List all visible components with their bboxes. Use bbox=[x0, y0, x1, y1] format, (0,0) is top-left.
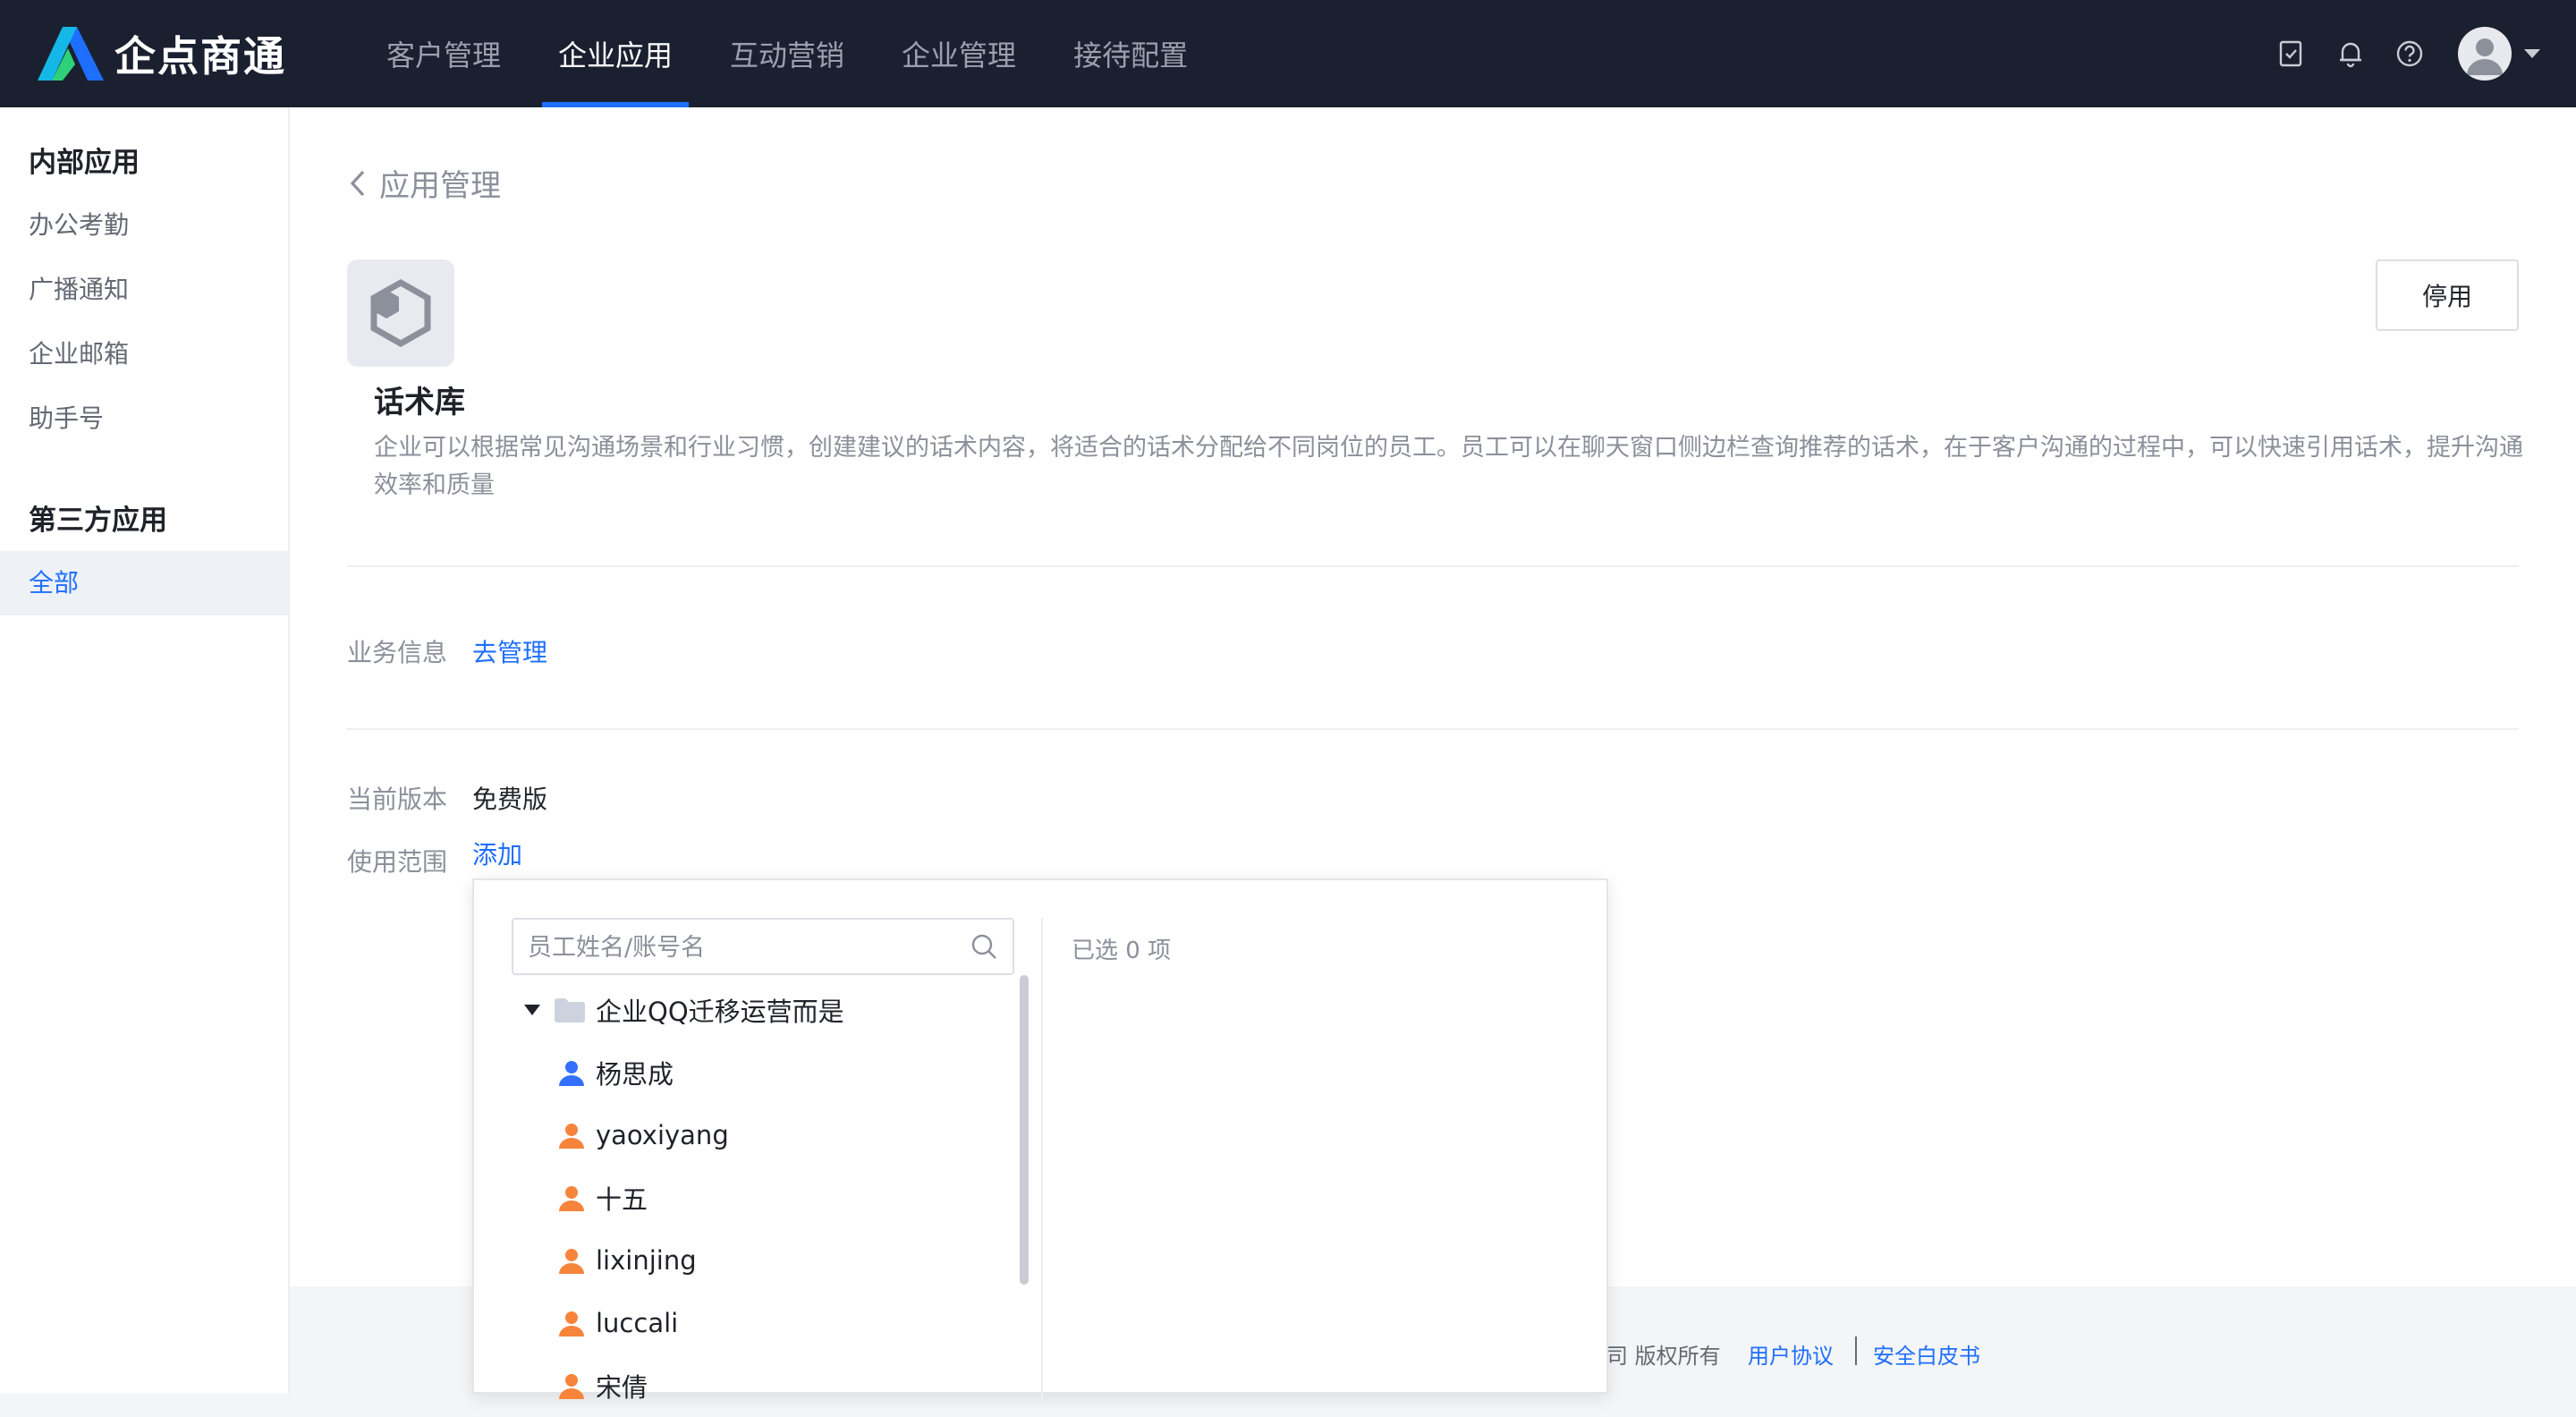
checklist-icon[interactable] bbox=[2275, 38, 2308, 70]
brand-logo[interactable]: 企点商通 bbox=[36, 25, 286, 82]
scrollbar-thumb[interactable] bbox=[1020, 975, 1029, 1285]
sidebar-item-mail[interactable]: 企业邮箱 bbox=[0, 322, 288, 386]
version-value: 免费版 bbox=[472, 785, 548, 814]
member-name: luccali bbox=[596, 1308, 679, 1338]
chevron-down-icon[interactable] bbox=[2524, 49, 2540, 58]
person-icon bbox=[559, 1249, 584, 1274]
list-item[interactable]: 宋倩 bbox=[558, 1354, 648, 1417]
person-icon bbox=[559, 1311, 584, 1336]
nav-customer-management[interactable]: 客户管理 bbox=[358, 0, 530, 107]
list-item[interactable]: 杨思成 bbox=[558, 1041, 674, 1104]
person-icon bbox=[559, 1186, 584, 1211]
app-name: 话术库 bbox=[374, 385, 465, 420]
search-icon[interactable] bbox=[970, 932, 998, 961]
member-name: lixinjing bbox=[596, 1245, 697, 1276]
sidebar: 内部应用 办公考勤 广播通知 企业邮箱 助手号 第三方应用 全部 bbox=[0, 107, 290, 1394]
divider bbox=[347, 728, 2519, 730]
user-avatar[interactable] bbox=[2458, 27, 2512, 81]
folder-icon bbox=[555, 998, 585, 1022]
app-icon bbox=[347, 259, 454, 367]
person-icon bbox=[559, 1061, 584, 1086]
footer-separator bbox=[1855, 1336, 1857, 1365]
member-name: 宋倩 bbox=[596, 1372, 648, 1403]
top-navigation-bar: 企点商通 客户管理 企业应用 互动营销 企业管理 接待配置 bbox=[0, 0, 2576, 107]
help-icon[interactable] bbox=[2394, 38, 2426, 70]
header-actions bbox=[2249, 0, 2540, 107]
nav-reception-config[interactable]: 接待配置 bbox=[1045, 0, 1216, 107]
bell-icon[interactable] bbox=[2334, 38, 2367, 70]
sidebar-item-all[interactable]: 全部 bbox=[0, 551, 288, 615]
nav-enterprise-management[interactable]: 企业管理 bbox=[873, 0, 1045, 107]
list-item[interactable]: luccali bbox=[558, 1292, 678, 1354]
copyright-text: 司 版权所有 bbox=[1606, 1344, 1721, 1369]
tree-group[interactable]: 企业QQ迁移运营而是 bbox=[524, 979, 844, 1041]
member-name: yaoxiyang bbox=[596, 1120, 729, 1150]
main-nav: 客户管理 企业应用 互动营销 企业管理 接待配置 bbox=[358, 0, 1216, 107]
list-item[interactable]: 十五 bbox=[558, 1167, 648, 1229]
nav-enterprise-apps[interactable]: 企业应用 bbox=[530, 0, 701, 107]
business-info-label: 业务信息 bbox=[347, 638, 448, 667]
back-link-label: 应用管理 bbox=[379, 168, 501, 204]
list-item[interactable]: lixinjing bbox=[558, 1229, 697, 1292]
manage-link[interactable]: 去管理 bbox=[472, 633, 547, 669]
nav-interactive-marketing[interactable]: 互动营销 bbox=[701, 0, 873, 107]
member-search bbox=[512, 918, 1014, 975]
sidebar-section-internal-apps: 内部应用 bbox=[29, 147, 140, 179]
scope-label: 使用范围 bbox=[347, 847, 448, 877]
list-item[interactable]: yaoxiyang bbox=[558, 1104, 729, 1167]
selected-count: 已选 0 项 bbox=[1072, 938, 1172, 964]
disable-app-button[interactable]: 停用 bbox=[2376, 259, 2519, 331]
popup-divider bbox=[1041, 918, 1043, 1401]
back-link[interactable]: 应用管理 bbox=[349, 161, 501, 205]
user-agreement-link[interactable]: 用户协议 bbox=[1748, 1338, 1834, 1370]
member-name: 杨思成 bbox=[596, 1059, 674, 1090]
sidebar-item-assistant[interactable]: 助手号 bbox=[0, 386, 288, 451]
sidebar-item-broadcast[interactable]: 广播通知 bbox=[0, 258, 288, 322]
brand-name: 企点商通 bbox=[114, 32, 286, 81]
brand-logo-icon bbox=[38, 27, 104, 81]
add-scope-link[interactable]: 添加 bbox=[472, 836, 522, 871]
person-icon bbox=[559, 1374, 584, 1399]
divider bbox=[347, 565, 2519, 567]
sidebar-section-third-party: 第三方应用 bbox=[29, 505, 167, 537]
chevron-left-icon bbox=[350, 170, 365, 196]
tree-group-name: 企业QQ迁移运营而是 bbox=[596, 997, 844, 1027]
member-name: 十五 bbox=[596, 1184, 648, 1215]
hexagon-icon bbox=[370, 278, 431, 348]
member-search-input[interactable] bbox=[513, 920, 977, 975]
security-whitepaper-link[interactable]: 安全白皮书 bbox=[1873, 1338, 1980, 1370]
caret-down-icon[interactable] bbox=[524, 1005, 540, 1015]
member-picker-popup: 企业QQ迁移运营而是 杨思成 yaoxiyang 十五 lixinjing lu… bbox=[472, 878, 1608, 1403]
sidebar-item-attendance[interactable]: 办公考勤 bbox=[0, 193, 288, 258]
app-description: 企业可以根据常见沟通场景和行业习惯，创建建议的话术内容，将适合的话术分配给不同岗… bbox=[374, 434, 2523, 499]
person-icon bbox=[559, 1124, 584, 1149]
version-label: 当前版本 bbox=[347, 785, 448, 814]
